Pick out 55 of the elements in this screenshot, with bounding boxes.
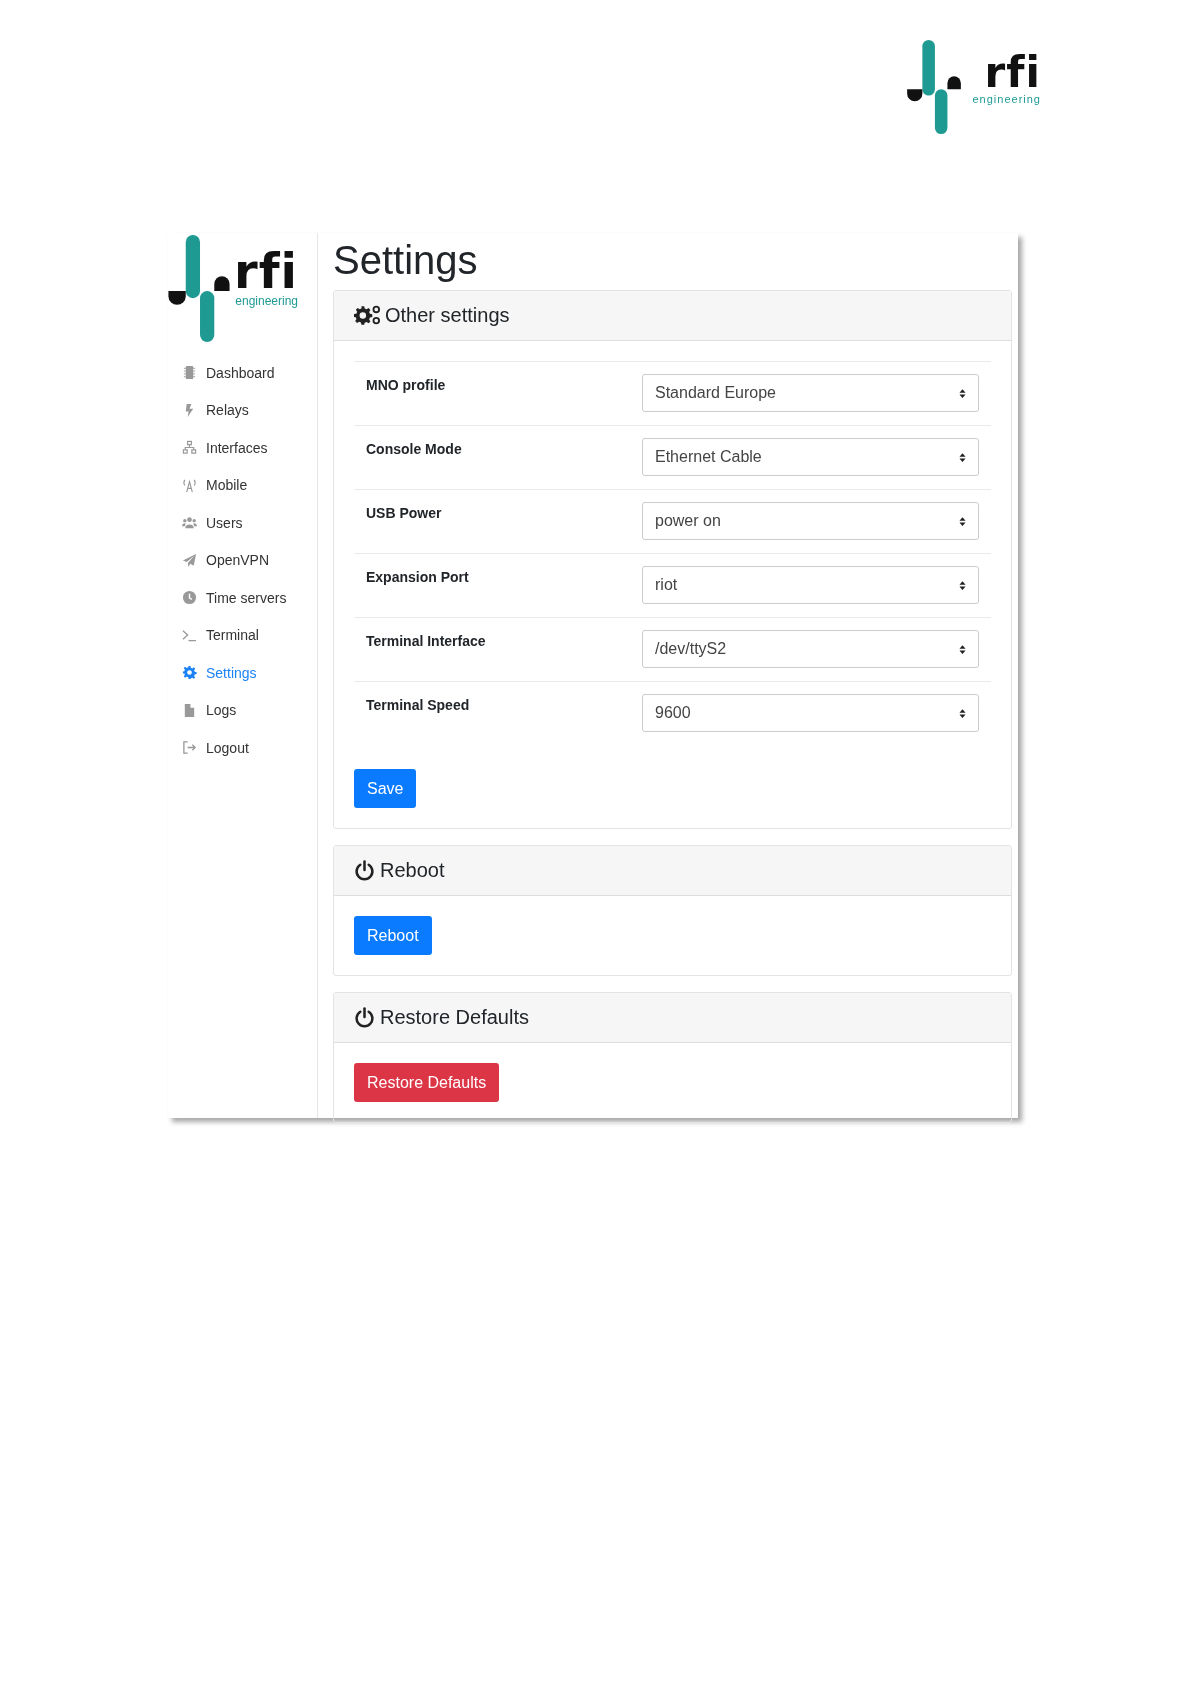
gears-icon [354, 305, 380, 326]
power-icon [354, 1007, 375, 1028]
sign-out-icon [182, 740, 197, 756]
nav-item[interactable]: Settings [168, 654, 317, 692]
select-arrows-icon [959, 579, 966, 591]
field-label: MNO profile [366, 376, 446, 393]
card-title: Reboot [380, 859, 445, 882]
logo-mark-icon [168, 235, 230, 342]
select-arrows-icon [959, 515, 966, 527]
nav-item[interactable]: Logout [168, 729, 317, 767]
action-button[interactable]: Restore Defaults [354, 1063, 500, 1102]
select-arrows-icon [959, 451, 966, 463]
gear-icon [182, 665, 197, 681]
card-title: Other settings [385, 304, 510, 327]
field-label: Terminal Interface [366, 632, 486, 649]
network-icon [182, 440, 197, 456]
select-field[interactable]: riot [642, 566, 979, 604]
select-field[interactable]: Standard Europe [642, 374, 979, 412]
nav-item[interactable]: Terminal [168, 616, 317, 654]
logo-wordmark: rfi [984, 52, 1041, 94]
nav-item[interactable]: Users [168, 504, 317, 542]
field-label: Expansion Port [366, 568, 469, 585]
clock-icon [182, 590, 197, 606]
power-icon [354, 860, 375, 881]
field-label: USB Power [366, 504, 442, 521]
select-field[interactable]: power on [642, 502, 979, 540]
nav-item[interactable]: Dashboard [168, 354, 317, 392]
file-icon [182, 702, 197, 718]
logo-tagline: engineering [972, 94, 1041, 105]
nav-item[interactable]: Logs [168, 691, 317, 729]
logo-mark-icon [906, 40, 961, 134]
nav-item[interactable]: Time servers [168, 579, 317, 617]
logo-tagline: engineering [235, 295, 298, 307]
nav-item[interactable]: Mobile [168, 466, 317, 504]
field-label: Console Mode [366, 440, 462, 457]
users-icon [182, 515, 197, 531]
card-title: Restore Defaults [380, 1006, 529, 1029]
select-arrows-icon [959, 387, 966, 399]
paper-plane-icon [182, 552, 197, 568]
select-field[interactable]: 9600 [642, 694, 979, 732]
antenna-icon [182, 477, 197, 493]
action-button[interactable]: Reboot [354, 916, 432, 955]
chip-icon [182, 365, 197, 381]
logo-wordmark: rfi [234, 247, 298, 295]
nav-item[interactable]: Relays [168, 391, 317, 429]
nav-item[interactable]: OpenVPN [168, 541, 317, 579]
select-arrows-icon [959, 707, 966, 719]
terminal-icon [182, 627, 197, 643]
select-field[interactable]: Ethernet Cable [642, 438, 979, 476]
nav-item[interactable]: Interfaces [168, 429, 317, 467]
action-button[interactable]: Save [354, 769, 417, 808]
select-field[interactable]: /dev/ttyS2 [642, 630, 979, 668]
page-title: Settings [333, 237, 479, 284]
field-label: Terminal Speed [366, 696, 470, 713]
select-arrows-icon [959, 643, 966, 655]
